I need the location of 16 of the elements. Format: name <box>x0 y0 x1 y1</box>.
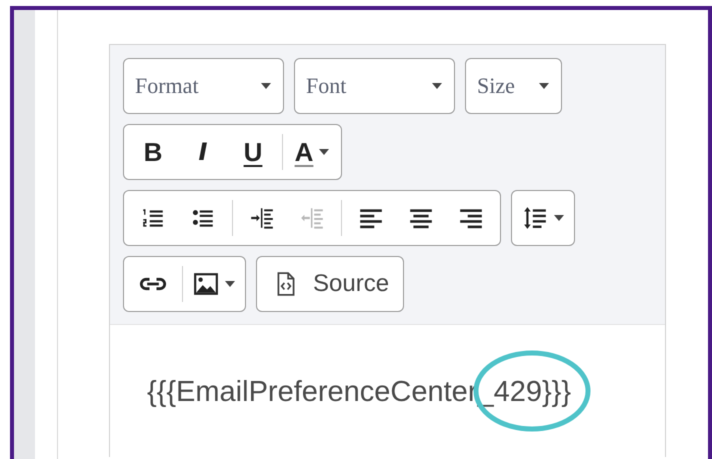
caret-icon <box>225 281 235 287</box>
bold-button[interactable]: B <box>128 128 178 176</box>
dropdown-select[interactable]: Font <box>294 58 455 114</box>
caret-icon <box>432 83 442 89</box>
source-button[interactable]: Source <box>256 256 404 312</box>
italic-button[interactable]: I <box>178 128 228 176</box>
caret-icon <box>539 83 549 89</box>
dropdown-select[interactable]: Size <box>465 58 562 114</box>
underline-button[interactable]: U <box>228 128 278 176</box>
caret-icon <box>319 149 330 155</box>
caret-icon <box>261 83 271 89</box>
image-icon <box>193 271 219 297</box>
caret-icon <box>554 215 564 221</box>
line-height-icon <box>522 205 548 231</box>
dropdown-select[interactable]: Format <box>123 58 284 114</box>
text-color-button[interactable]: A <box>287 128 337 176</box>
